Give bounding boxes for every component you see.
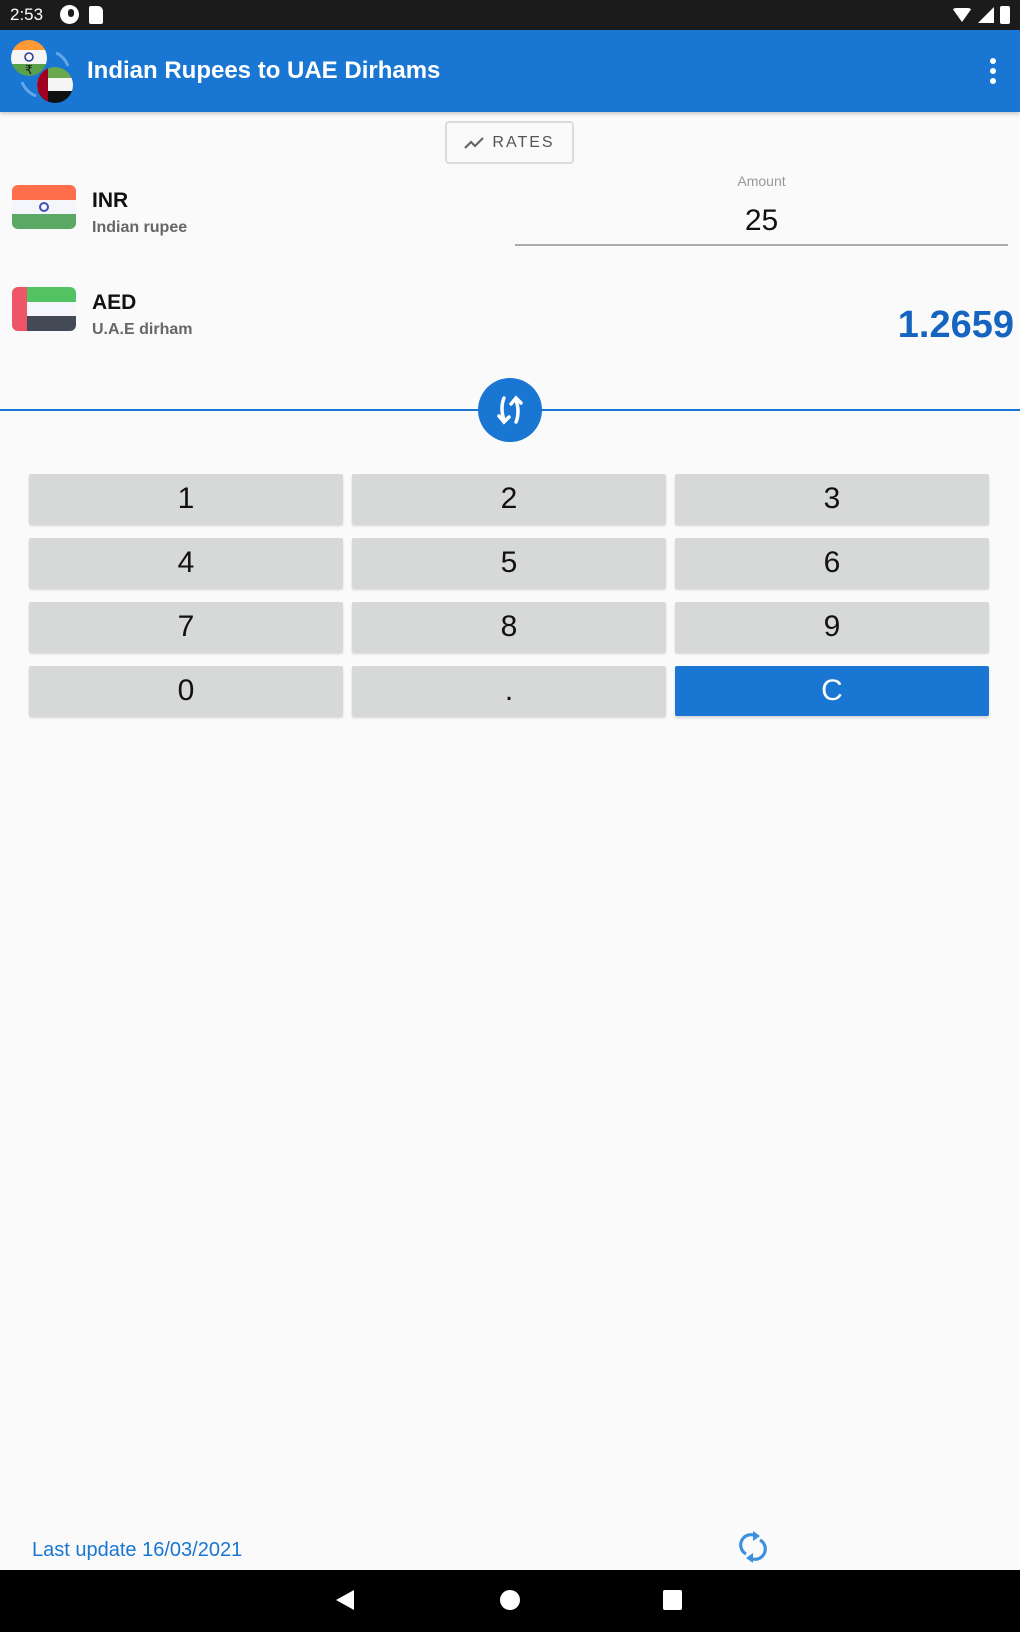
key-decimal[interactable]: .: [352, 666, 666, 716]
key-9[interactable]: 9: [675, 602, 989, 652]
swap-vert-icon: [497, 395, 523, 425]
refresh-icon: [739, 1531, 767, 1563]
key-7[interactable]: 7: [29, 602, 343, 652]
amount-label: Amount: [737, 173, 786, 189]
app-bar: ₹ Indian Rupees to UAE Dirhams: [0, 30, 1020, 112]
wifi-icon: [952, 8, 972, 22]
last-update-text: Last update 16/03/2021: [32, 1539, 243, 1561]
key-2[interactable]: 2: [352, 474, 666, 524]
key-6[interactable]: 6: [675, 538, 989, 588]
key-5[interactable]: 5: [352, 538, 666, 588]
key-4[interactable]: 4: [29, 538, 343, 588]
swap-currencies-button[interactable]: [478, 378, 542, 442]
rates-button-label: RATES: [492, 133, 555, 151]
refresh-rates-button[interactable]: [738, 1530, 768, 1564]
status-left-icons: [60, 5, 103, 24]
battery-icon: [1000, 6, 1010, 24]
sd-card-icon: [89, 5, 103, 24]
key-3[interactable]: 3: [675, 474, 989, 524]
to-currency-selector[interactable]: AED U.A.E dirham: [12, 287, 192, 339]
key-8[interactable]: 8: [352, 602, 666, 652]
cell-signal-icon: [978, 7, 994, 23]
key-0[interactable]: 0: [29, 666, 343, 716]
nav-recents-button[interactable]: [663, 1590, 682, 1610]
more-vert-icon: [990, 58, 996, 64]
app-notification-icon: [60, 5, 79, 24]
nav-back-button[interactable]: [336, 1590, 354, 1610]
to-currency-name: U.A.E dirham: [92, 321, 193, 338]
system-nav-bar: [0, 1570, 1020, 1632]
more-options-button[interactable]: [988, 58, 998, 84]
from-currency-selector[interactable]: INR Indian rupee: [12, 185, 187, 237]
key-1[interactable]: 1: [29, 474, 343, 524]
svg-text:₹: ₹: [25, 63, 33, 77]
status-time: 2:53: [10, 5, 44, 24]
converted-result: 1.2659: [897, 304, 1014, 346]
nav-home-button[interactable]: [500, 1590, 520, 1610]
status-right-icons: [952, 6, 1010, 24]
currency-exchange-logo-icon: ₹: [11, 40, 73, 103]
from-currency-name: Indian rupee: [92, 219, 188, 236]
status-bar: 2:53: [0, 0, 1020, 30]
amount-input[interactable]: [515, 198, 1008, 246]
india-flag-icon: [12, 185, 76, 229]
trending-up-icon: [464, 136, 485, 149]
key-clear[interactable]: C: [675, 666, 989, 716]
uae-flag-icon: [12, 287, 76, 331]
app-title: Indian Rupees to UAE Dirhams: [87, 57, 441, 84]
to-currency-code: AED: [92, 291, 137, 314]
keypad: 1 2 3 4 5 6 7 8 9 0 . C: [29, 474, 990, 716]
from-currency-code: INR: [92, 189, 129, 212]
rates-button[interactable]: RATES: [445, 121, 574, 164]
